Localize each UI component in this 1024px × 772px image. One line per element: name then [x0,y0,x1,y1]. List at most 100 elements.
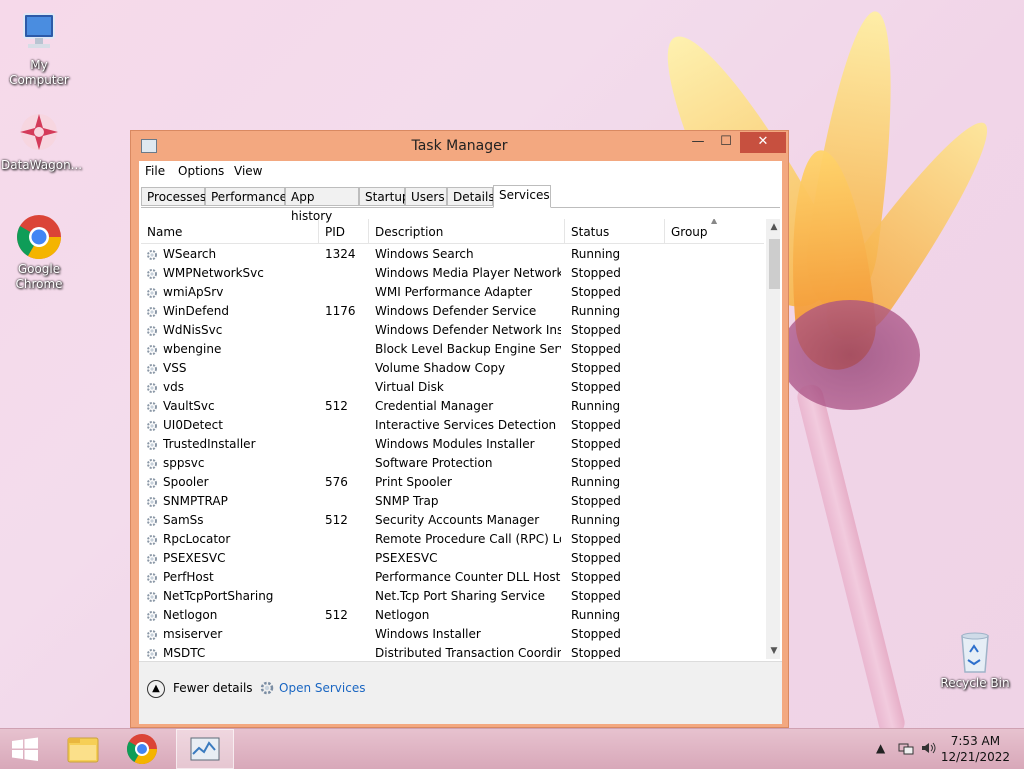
show-hidden-icons-arrow-icon[interactable]: ▲ [876,741,885,755]
service-pid: 1176 [325,304,356,318]
menu-view[interactable]: View [234,164,262,178]
service-description: Distributed Transaction Coordin... [375,646,561,659]
service-gear-icon [146,514,158,526]
taskbar-file-explorer[interactable] [56,729,108,769]
service-gear-icon [146,571,158,583]
title-bar[interactable]: Task Manager — ☐ ✕ [131,131,788,161]
service-name: msiserver [163,627,223,641]
service-name: wbengine [163,342,222,356]
clock-time: 7:53 AM [950,734,1001,748]
service-status: Stopped [571,380,621,394]
table-row[interactable]: WdNisSvc Windows Defender Network Insp...… [141,321,764,340]
table-row[interactable]: VaultSvc 512 Credential Manager Running [141,397,764,416]
column-header-status[interactable]: Status [565,219,665,243]
tab-services[interactable]: Services [493,185,551,208]
service-gear-icon [146,628,158,640]
table-row[interactable]: vds Virtual Disk Stopped [141,378,764,397]
open-services-link[interactable]: Open Services [279,681,365,695]
taskbar: ▲ 7:53 AM 12/21/2022 [0,728,1024,769]
service-description: Windows Media Player Network ... [375,266,561,280]
column-header-pid[interactable]: PID [319,219,369,243]
sort-arrow-icon: ▲ [711,219,718,225]
taskbar-task-manager[interactable] [176,729,234,769]
table-row[interactable]: WinDefend 1176 Windows Defender Service Run… [141,302,764,321]
table-row[interactable]: PerfHost Performance Counter DLL Host Stop… [141,568,764,587]
table-row[interactable]: SNMPTRAP SNMP Trap Stopped [141,492,764,511]
table-row[interactable]: PSEXESVC PSEXESVC Stopped [141,549,764,568]
table-row[interactable]: WSearch 1324 Windows Search Running [141,245,764,264]
service-description: SNMP Trap [375,494,439,508]
tab-users[interactable]: Users [405,187,447,206]
service-gear-icon [146,609,158,621]
fewer-details-button[interactable]: Fewer details [173,681,253,695]
vertical-scrollbar[interactable]: ▲ ▼ [766,219,780,659]
column-header-row: Name PID Description Status Group ▲ [141,219,764,244]
table-row[interactable]: SamSs 512 Security Accounts Manager Running [141,511,764,530]
service-status: Stopped [571,627,621,641]
service-status: Running [571,399,621,413]
service-pid: 576 [325,475,348,489]
scroll-down-arrow-icon[interactable]: ▼ [766,643,780,659]
table-row[interactable]: wbengine Block Level Backup Engine Servic… [141,340,764,359]
service-name: WSearch [163,247,217,261]
clock-date: 12/21/2022 [940,750,1010,764]
table-row[interactable]: Netlogon 512 Netlogon Running [141,606,764,625]
table-row[interactable]: sppsvc Software Protection Stopped [141,454,764,473]
service-status: Running [571,608,621,622]
tab-performance[interactable]: Performance [205,187,287,206]
column-header-description[interactable]: Description [369,219,565,243]
service-name: VaultSvc [163,399,215,413]
desktop-icon-my-computer[interactable]: My Computer [1,10,77,88]
close-button[interactable]: ✕ [740,132,786,153]
table-row[interactable]: NetTcpPortSharing Net.Tcp Port Sharing Se… [141,587,764,606]
taskbar-google-chrome[interactable] [116,729,168,769]
table-row[interactable]: msiserver Windows Installer Stopped [141,625,764,644]
service-description: Windows Defender Network Insp... [375,323,561,337]
service-description: Remote Procedure Call (RPC) Lo... [375,532,561,546]
windows-logo-icon [12,737,38,761]
service-description: Virtual Disk [375,380,444,394]
table-row[interactable]: Spooler 576 Print Spooler Running [141,473,764,492]
service-description: Interactive Services Detection [375,418,557,432]
table-row[interactable]: wmiApSrv WMI Performance Adapter Stopped [141,283,764,302]
maximize-button[interactable]: ☐ [712,132,740,153]
service-pid: 1324 [325,247,356,261]
service-description: Credential Manager [375,399,494,413]
table-row[interactable]: UI0Detect Interactive Services Detection S… [141,416,764,435]
system-clock[interactable]: 7:53 AM 12/21/2022 [941,733,1010,765]
table-row[interactable]: MSDTC Distributed Transaction Coordin... S… [141,644,764,659]
minimize-button[interactable]: — [684,132,712,153]
desktop-icon-google-chrome[interactable]: Google Chrome [1,214,77,292]
scroll-up-arrow-icon[interactable]: ▲ [766,219,780,235]
service-status: Stopped [571,342,621,356]
tab-startup[interactable]: Startup [359,187,410,206]
table-row[interactable]: VSS Volume Shadow Copy Stopped [141,359,764,378]
service-gear-icon [146,457,158,469]
recycle-bin-icon [952,628,998,674]
chrome-icon [126,734,157,765]
task-manager-window: Task Manager — ☐ ✕ File Options View Pro… [130,130,789,728]
menu-options[interactable]: Options [178,164,224,178]
tab-processes[interactable]: Processes [141,187,206,206]
desktop-icon-recycle-bin[interactable]: Recycle Bin [937,628,1013,691]
table-row[interactable]: RpcLocator Remote Procedure Call (RPC) Lo… [141,530,764,549]
scrollbar-thumb[interactable] [769,239,780,289]
desktop-icon-datawagon[interactable]: DataWagon... [1,110,82,173]
service-gear-icon [146,343,158,355]
service-description: PSEXESVC [375,551,438,565]
start-button[interactable] [0,729,52,769]
volume-icon[interactable] [921,741,937,758]
service-name: Netlogon [163,608,218,622]
network-icon[interactable] [898,741,914,758]
table-row[interactable]: TrustedInstaller Windows Modules Installe… [141,435,764,454]
service-name: SNMPTRAP [163,494,228,508]
tab-app-history[interactable]: App history [285,187,359,223]
service-name: PerfHost [163,570,214,584]
service-status: Running [571,304,621,318]
column-header-name[interactable]: Name [141,219,319,243]
fewer-details-chevron-icon[interactable]: ▲ [147,680,165,698]
menu-file[interactable]: File [145,164,165,178]
tab-details[interactable]: Details [447,187,495,206]
desktop-icon-label: My Computer [9,58,69,87]
table-row[interactable]: WMPNetworkSvc Windows Media Player Networ… [141,264,764,283]
